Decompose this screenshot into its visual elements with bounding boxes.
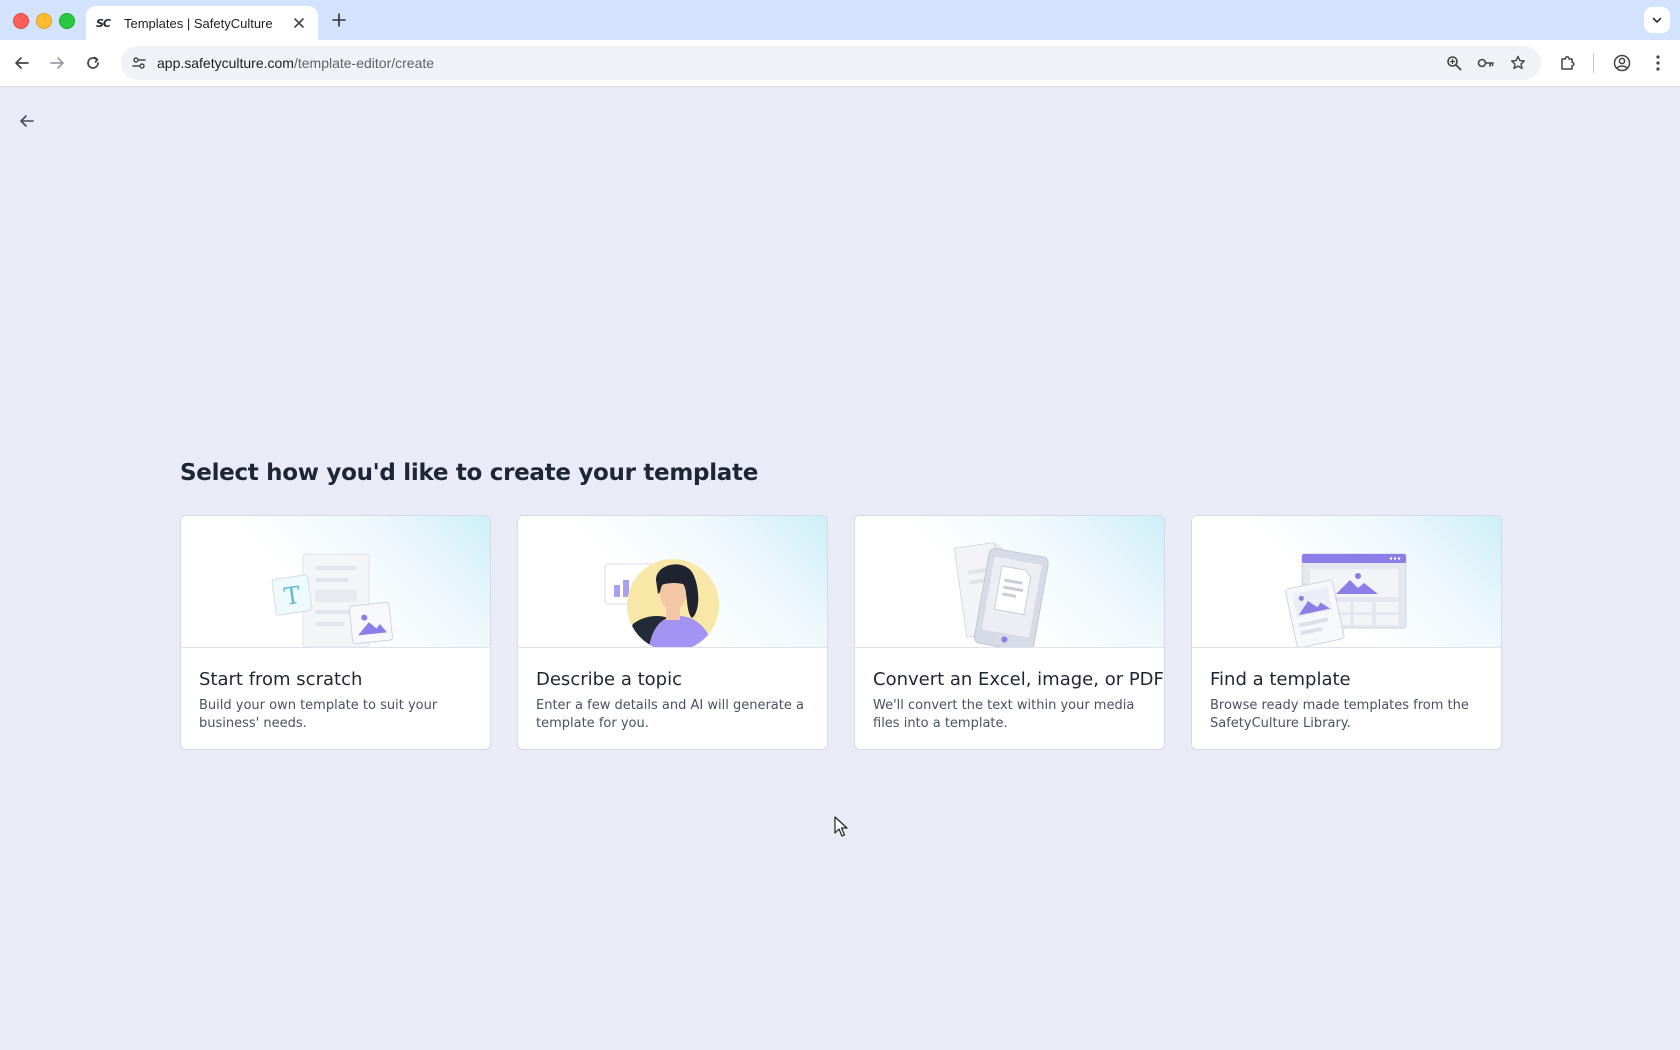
card-title: Find a template [1210, 669, 1351, 690]
template-library-illustration [1192, 516, 1501, 648]
url-host: app.safetyculture.com [157, 55, 294, 71]
card-title: Describe a topic [536, 669, 682, 690]
card-description: We'll convert the text within your media… [873, 698, 1135, 731]
page-back-arrow-left-icon[interactable] [16, 110, 38, 132]
bookmark-star-icon[interactable] [1508, 53, 1528, 73]
key-icon[interactable] [1476, 53, 1496, 73]
maximize-window-button[interactable] [59, 13, 75, 29]
new-tab-button[interactable] [328, 9, 350, 31]
mouse-cursor-icon [834, 816, 848, 837]
extensions-puzzle-icon[interactable] [1557, 52, 1579, 74]
browser-tab-active[interactable]: SC Templates | SafetyCulture [86, 6, 318, 40]
browser-toolbar: app.safetyculture.com/template-editor/cr… [0, 40, 1680, 87]
card-description: Enter a few details and AI will generate… [536, 698, 804, 731]
address-bar[interactable]: app.safetyculture.com/template-editor/cr… [121, 46, 1541, 80]
minimize-window-button[interactable] [36, 13, 52, 29]
card-convert-media[interactable]: Convert an Excel, image, or PDF We'll co… [854, 515, 1165, 750]
browser-back-arrow-left-icon[interactable] [11, 52, 33, 74]
tab-close-icon[interactable] [290, 14, 308, 32]
profile-icon[interactable] [1611, 52, 1633, 74]
document-convert-illustration [855, 516, 1164, 648]
card-describe-a-topic[interactable]: Describe a topic Enter a few details and… [517, 515, 828, 750]
page-title: Select how you'd like to create your tem… [180, 460, 758, 486]
reload-icon[interactable] [82, 52, 104, 74]
tab-search-chevron-down-icon[interactable] [1644, 7, 1670, 33]
card-title: Convert an Excel, image, or PDF [873, 669, 1164, 690]
card-find-a-template[interactable]: Find a template Browse ready made templa… [1191, 515, 1502, 750]
browser-menu-kebab-icon[interactable] [1647, 52, 1669, 74]
card-title: Start from scratch [199, 669, 363, 690]
person-chart-illustration [518, 516, 827, 648]
site-settings-tune-icon[interactable] [129, 53, 149, 73]
browser-tab-strip: SC Templates | SafetyCulture [0, 0, 1680, 40]
browser-forward-arrow-right-icon[interactable] [46, 52, 68, 74]
card-start-from-scratch[interactable]: T Start from scratch Build your own temp… [180, 515, 491, 750]
creation-options: T Start from scratch Build your own temp… [180, 515, 1502, 750]
safetyculture-favicon-icon: SC [96, 16, 111, 30]
toolbar-divider [1593, 53, 1594, 73]
tab-title: Templates | SafetyCulture [124, 15, 273, 31]
card-description: Build your own template to suit your bus… [199, 698, 438, 731]
url-text: app.safetyculture.com/template-editor/cr… [157, 55, 434, 71]
blank-form-illustration: T [181, 516, 490, 648]
url-path: /template-editor/create [293, 55, 435, 71]
zoom-icon[interactable] [1444, 53, 1464, 73]
card-description: Browse ready made templates from the Saf… [1210, 698, 1469, 731]
close-window-button[interactable] [13, 13, 29, 29]
